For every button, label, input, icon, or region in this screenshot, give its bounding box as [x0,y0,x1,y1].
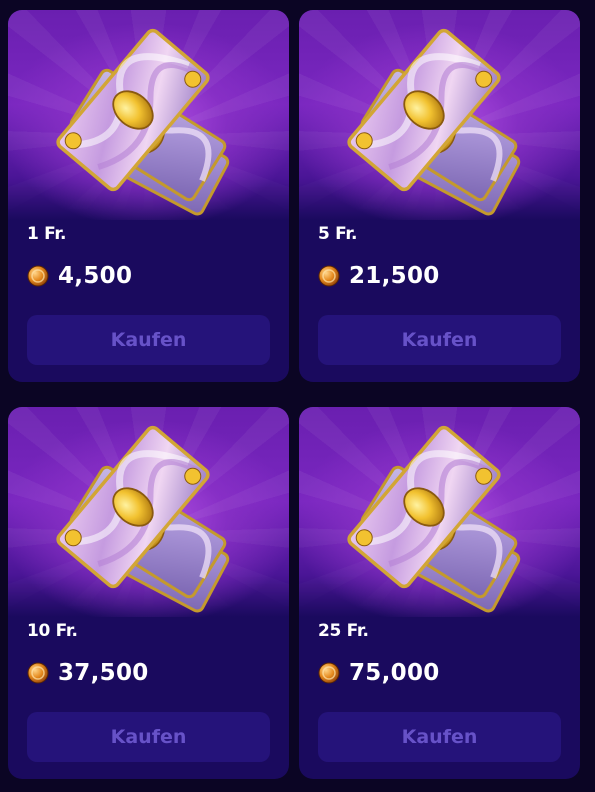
offer-amount-row: 21,500 [318,262,440,290]
offer-amount-row: 37,500 [27,659,149,687]
offer-card: 25 Fr. 75,000 Kaufen [299,407,580,779]
coin-icon [318,265,340,287]
offer-amount: 4,500 [58,263,133,289]
offer-price: 1 Fr. [27,224,67,244]
offer-price: 25 Fr. [318,621,369,641]
buy-button[interactable]: Kaufen [27,712,270,762]
offer-price: 10 Fr. [27,621,78,641]
offer-price: 5 Fr. [318,224,358,244]
coin-icon [27,265,49,287]
offer-amount: 75,000 [349,660,440,686]
offer-grid: 1 Fr. 4,500 Kaufen 5 Fr. 21,500 Kaufen 1… [0,0,595,792]
banknotes-icon [8,10,289,220]
offer-card: 10 Fr. 37,500 Kaufen [8,407,289,779]
buy-button[interactable]: Kaufen [27,315,270,365]
banknotes-icon [8,407,289,617]
coin-icon [318,662,340,684]
offer-hero [8,407,289,617]
banknotes-icon [299,10,580,220]
offer-card: 1 Fr. 4,500 Kaufen [8,10,289,382]
offer-amount: 37,500 [58,660,149,686]
coin-icon [27,662,49,684]
offer-hero [299,10,580,220]
offer-amount-row: 4,500 [27,262,132,290]
buy-button[interactable]: Kaufen [318,712,561,762]
buy-button[interactable]: Kaufen [318,315,561,365]
offer-amount-row: 75,000 [318,659,440,687]
banknotes-icon [299,407,580,617]
offer-amount: 21,500 [349,263,440,289]
offer-hero [8,10,289,220]
offer-hero [299,407,580,617]
offer-card: 5 Fr. 21,500 Kaufen [299,10,580,382]
